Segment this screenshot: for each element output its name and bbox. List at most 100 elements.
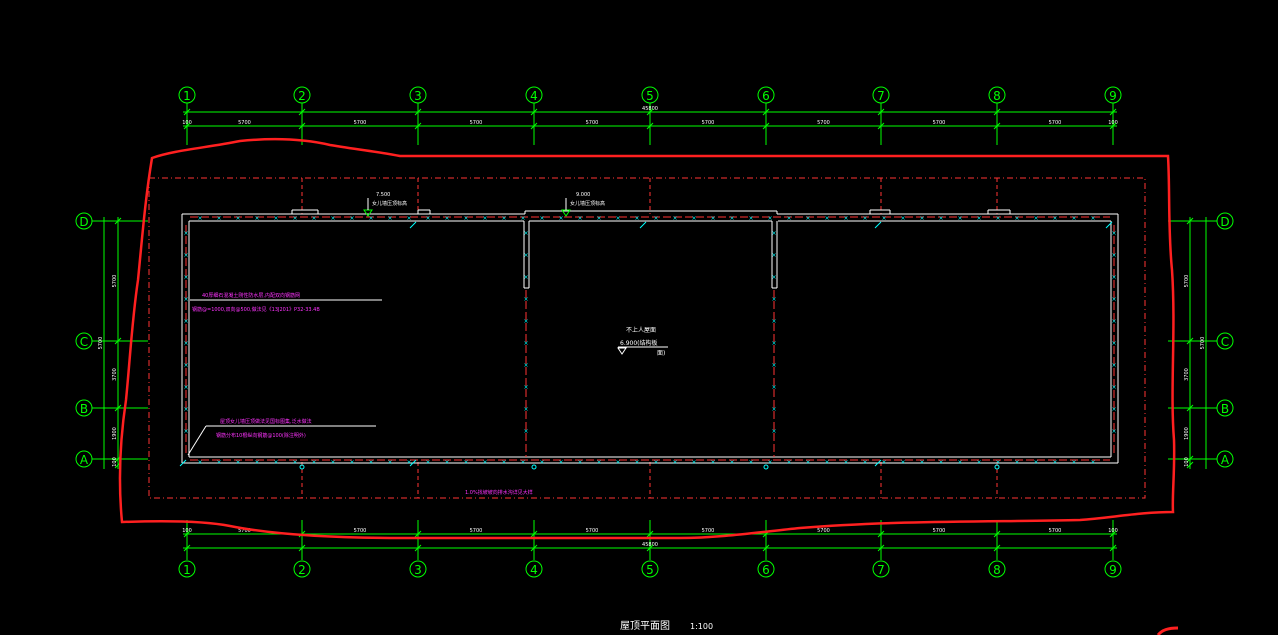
wall-x-mark: ×	[771, 296, 776, 303]
dim-text-total: 45800	[642, 542, 658, 548]
annotation-note-top-left-1: 40厚细石混凝土刚性防水层,内配双向钢筋网	[202, 292, 300, 299]
annotation-elev-2-label: 女儿墙压顶标高	[570, 200, 605, 207]
grid-label-right: D	[1220, 215, 1229, 229]
wall-x-mark: ×	[368, 459, 373, 466]
wall-x-mark: ×	[539, 459, 544, 466]
wall-x-mark: ×	[292, 459, 297, 466]
wall-x-mark: ×	[634, 215, 639, 222]
wall-x-mark: ×	[349, 459, 354, 466]
wall-x-mark: ×	[729, 459, 734, 466]
wall-x-mark: ×	[523, 274, 528, 281]
wall-x-mark: ×	[1014, 215, 1019, 222]
wall-x-mark: ×	[183, 362, 188, 369]
wall-x-mark: ×	[425, 215, 430, 222]
drawing-background	[0, 0, 1278, 635]
wall-x-mark: ×	[805, 215, 810, 222]
wall-x-mark: ×	[523, 384, 528, 391]
grid-label-right: B	[1221, 402, 1229, 416]
grid-label-left: A	[80, 453, 89, 467]
wall-x-mark: ×	[183, 406, 188, 413]
wall-x-mark: ×	[1111, 340, 1116, 347]
grid-label-top: 8	[993, 89, 1001, 103]
wall-x-mark: ×	[976, 459, 981, 466]
wall-x-mark: ×	[672, 215, 677, 222]
wall-x-mark: ×	[710, 215, 715, 222]
wall-x-mark: ×	[501, 459, 506, 466]
wall-x-mark: ×	[938, 215, 943, 222]
dim-text-segment: 5700	[586, 528, 599, 534]
wall-x-mark: ×	[558, 215, 563, 222]
annotation-roof-label: 不上人屋面	[626, 326, 656, 334]
grid-label-bottom: 3	[414, 563, 422, 577]
wall-x-mark: ×	[406, 215, 411, 222]
wall-x-mark: ×	[577, 459, 582, 466]
wall-x-mark: ×	[577, 215, 582, 222]
grid-label-bottom: 6	[762, 563, 770, 577]
wall-x-mark: ×	[771, 318, 776, 325]
wall-x-mark: ×	[1090, 215, 1095, 222]
wall-x-mark: ×	[1111, 296, 1116, 303]
wall-x-mark: ×	[1014, 459, 1019, 466]
wall-x-mark: ×	[900, 215, 905, 222]
wall-x-mark: ×	[786, 459, 791, 466]
wall-x-mark: ×	[482, 459, 487, 466]
dim-text-total: 45800	[642, 106, 658, 112]
grid-label-top: 7	[877, 89, 885, 103]
wall-x-mark: ×	[523, 406, 528, 413]
wall-x-mark: ×	[771, 230, 776, 237]
wall-x-mark: ×	[771, 362, 776, 369]
wall-x-mark: ×	[824, 459, 829, 466]
grid-label-top: 4	[530, 89, 538, 103]
wall-x-mark: ×	[183, 318, 188, 325]
wall-x-mark: ×	[425, 459, 430, 466]
wall-x-mark: ×	[197, 215, 202, 222]
wall-x-mark: ×	[311, 459, 316, 466]
wall-x-mark: ×	[183, 428, 188, 435]
wall-x-mark: ×	[330, 215, 335, 222]
wall-x-mark: ×	[183, 252, 188, 259]
wall-x-mark: ×	[368, 215, 373, 222]
dim-text-vertical-segment: 100	[112, 457, 118, 467]
wall-x-mark: ×	[862, 215, 867, 222]
dim-text-vertical-segment: 5700	[1184, 275, 1190, 288]
grid-label-top: 2	[298, 89, 306, 103]
wall-x-mark: ×	[183, 384, 188, 391]
wall-x-mark: ×	[1111, 318, 1116, 325]
wall-x-mark: ×	[596, 215, 601, 222]
dim-text-vertical-segment: 1900	[1184, 427, 1190, 440]
wall-x-mark: ×	[1052, 459, 1057, 466]
wall-x-mark: ×	[691, 215, 696, 222]
grid-label-bottom: 4	[530, 563, 538, 577]
dim-text-segment: 5700	[702, 120, 715, 126]
dim-text-end-right: 100	[1108, 120, 1118, 126]
dim-text-vertical-segment: 1900	[112, 427, 118, 440]
wall-x-mark: ×	[767, 459, 772, 466]
wall-x-mark: ×	[1071, 459, 1076, 466]
wall-x-mark: ×	[501, 215, 506, 222]
wall-x-mark: ×	[771, 252, 776, 259]
wall-x-mark: ×	[1071, 215, 1076, 222]
wall-x-mark: ×	[539, 215, 544, 222]
wall-x-mark: ×	[938, 459, 943, 466]
wall-x-mark: ×	[1111, 252, 1116, 259]
wall-x-mark: ×	[748, 215, 753, 222]
wall-x-mark: ×	[805, 459, 810, 466]
wall-x-mark: ×	[523, 340, 528, 347]
wall-x-mark: ×	[1111, 406, 1116, 413]
annotation-elev-2: 9.000	[576, 192, 590, 198]
dim-text-end-left: 100	[182, 120, 192, 126]
wall-x-mark: ×	[444, 459, 449, 466]
grid-label-top: 9	[1109, 89, 1117, 103]
wall-x-mark: ×	[216, 459, 221, 466]
dim-text-vertical-segment: 3700	[1184, 368, 1190, 381]
wall-x-mark: ×	[235, 459, 240, 466]
grid-label-bottom: 2	[298, 563, 306, 577]
wall-x-mark: ×	[767, 215, 772, 222]
wall-x-mark: ×	[771, 428, 776, 435]
wall-x-mark: ×	[771, 406, 776, 413]
wall-x-mark: ×	[183, 340, 188, 347]
grid-label-bottom: 8	[993, 563, 1001, 577]
wall-x-mark: ×	[1111, 428, 1116, 435]
grid-label-bottom: 1	[183, 563, 191, 577]
wall-x-mark: ×	[786, 215, 791, 222]
